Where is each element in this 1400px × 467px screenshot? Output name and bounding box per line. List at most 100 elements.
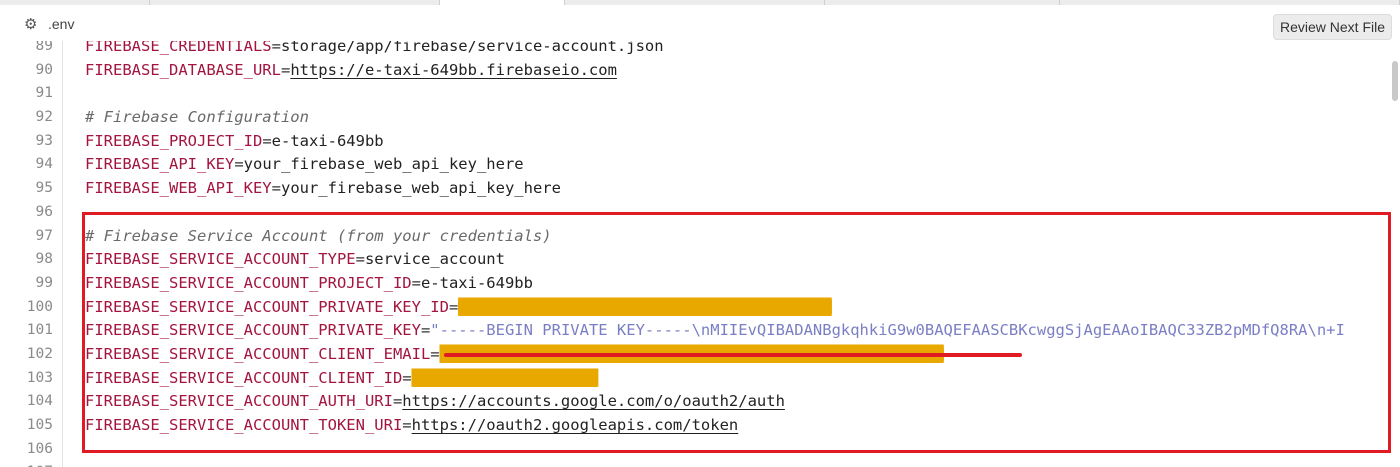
env-key: FIREBASE_DATABASE_URL [85,60,281,79]
code-line[interactable]: 105 FIREBASE_SERVICE_ACCOUNT_TOKEN_URI=ht… [0,414,1400,438]
line-number: 93 [35,132,53,149]
code-content: FIREBASE_SERVICE_ACCOUNT_TOKEN_URI=https… [85,414,738,438]
line-number: 102 [26,345,53,362]
code-editor[interactable]: 89 FIREBASE_CREDENTIALS=storage/app/fireb… [0,41,1400,467]
line-number: 100 [26,298,53,315]
env-key: FIREBASE_API_KEY [85,155,235,174]
code-line[interactable]: 89 FIREBASE_CREDENTIALS=storage/app/fireb… [0,41,1400,59]
code-content: # Firebase Configuration [85,106,309,130]
code-content: FIREBASE_SERVICE_ACCOUNT_CLIENT_ID=█████… [85,367,599,391]
line-number: 106 [26,440,53,457]
env-key: FIREBASE_SERVICE_ACCOUNT_TYPE [85,250,356,269]
env-equals: = [402,368,412,387]
line-number: 91 [35,85,53,102]
env-equals: = [271,179,281,198]
code-content: FIREBASE_CREDENTIALS=storage/app/firebas… [85,41,664,59]
code-comment: # Firebase Configuration [85,108,309,127]
code-line[interactable]: 104 FIREBASE_SERVICE_ACCOUNT_AUTH_URI=htt… [0,390,1400,414]
code-content: FIREBASE_SERVICE_ACCOUNT_TYPE=service_ac… [85,248,505,272]
line-number: 99 [35,274,53,291]
env-value: e-taxi-649bb [271,131,384,150]
code-line[interactable]: 93 FIREBASE_PROJECT_ID=e-taxi-649bb [0,130,1400,154]
env-value: e-taxi-649bb [420,273,533,292]
line-number: 103 [26,369,53,386]
env-key: FIREBASE_SERVICE_ACCOUNT_PRIVATE_KEY_ID [85,297,449,316]
file-tab[interactable]: ⚙ .env [24,14,74,34]
env-equals: = [402,416,412,434]
code-content: FIREBASE_API_KEY=your_firebase_web_api_k… [85,153,524,177]
code-content: FIREBASE_WEB_API_KEY=your_firebase_web_a… [85,177,561,201]
code-line[interactable]: 107 [0,461,1400,467]
line-number: 90 [35,61,53,78]
line-number: 107 [0,461,53,467]
line-number: 95 [35,180,53,197]
line-number: 96 [35,203,53,220]
code-content: FIREBASE_DATABASE_URL=https://e-taxi-649… [85,59,617,83]
env-key: FIREBASE_SERVICE_ACCOUNT_CLIENT_EMAIL [85,344,431,363]
line-number: 105 [26,417,53,433]
env-equals: = [411,273,421,292]
env-value-link[interactable]: https://accounts.google.com/o/oauth2/aut… [402,392,785,410]
redacted-value: ████████████████████ [411,368,599,387]
env-equals: = [430,344,440,363]
code-line[interactable]: 90 FIREBASE_DATABASE_URL=https://e-taxi-6… [0,59,1400,83]
code-content: # Firebase Service Account (from your cr… [85,225,552,249]
code-line[interactable]: 100 FIREBASE_SERVICE_ACCOUNT_PRIVATE_KEY_… [0,296,1400,320]
code-content: FIREBASE_PROJECT_ID=e-taxi-649bb [85,130,384,154]
file-name: .env [48,16,75,32]
env-key: FIREBASE_PROJECT_ID [85,131,263,150]
line-number: 89 [35,41,53,54]
env-key: FIREBASE_SERVICE_ACCOUNT_PRIVATE_KEY [85,321,421,340]
code-line[interactable]: 97 # Firebase Service Account (from your … [0,225,1400,249]
code-line[interactable]: 92 # Firebase Configuration [0,106,1400,130]
env-value-link[interactable]: https://oauth2.googleapis.com/token [412,416,739,434]
code-line[interactable]: 91 [0,82,1400,106]
line-number: 104 [26,393,53,410]
vertical-scrollbar[interactable] [1390,41,1400,467]
env-equals: = [262,131,272,150]
file-header: ⚙ .env Review Next File [0,5,1400,41]
code-content: FIREBASE_SERVICE_ACCOUNT_PRIVATE_KEY_ID=… [85,296,832,320]
env-key: FIREBASE_SERVICE_ACCOUNT_AUTH_URI [85,392,393,411]
gear-icon: ⚙ [24,15,38,33]
line-number: 92 [35,109,53,126]
code-content: FIREBASE_SERVICE_ACCOUNT_PROJECT_ID=e-ta… [85,272,533,296]
env-equals: = [271,41,281,55]
env-equals: = [420,321,431,340]
code-line[interactable]: 101 FIREBASE_SERVICE_ACCOUNT_PRIVATE_KEY=… [0,319,1400,343]
code-line[interactable]: 106 [0,438,1400,462]
env-key: FIREBASE_SERVICE_ACCOUNT_CLIENT_ID [85,368,403,387]
env-equals: = [392,392,403,411]
code-line[interactable]: 95 FIREBASE_WEB_API_KEY=your_firebase_web… [0,177,1400,201]
env-value: storage/app/firebase/service-account.jso… [280,41,664,55]
review-next-file-button[interactable]: Review Next File [1272,14,1392,40]
line-number: 101 [26,322,53,339]
env-value: service_account [364,250,505,269]
code-line[interactable]: 98 FIREBASE_SERVICE_ACCOUNT_TYPE=service_… [0,248,1400,272]
env-value: your_firebase_web_api_key_here [243,155,524,174]
env-equals: = [280,60,291,79]
env-key: FIREBASE_WEB_API_KEY [85,179,272,198]
env-key: FIREBASE_SERVICE_ACCOUNT_TOKEN_URI [85,416,403,434]
line-number: 97 [35,227,53,244]
line-number: 98 [35,251,53,268]
env-equals: = [355,250,365,269]
code-line[interactable]: 96 [0,201,1400,225]
env-value: "-----BEGIN PRIVATE KEY-----\nMIIEvQIBAD… [430,321,1345,340]
code-lines: 89 FIREBASE_CREDENTIALS=storage/app/fireb… [0,41,1400,467]
redacted-value: ████████████████████████████████████████ [458,297,832,316]
code-line[interactable]: 94 FIREBASE_API_KEY=your_firebase_web_api… [0,153,1400,177]
code-comment: # Firebase Service Account (from your cr… [85,226,552,245]
code-line[interactable]: 103 FIREBASE_SERVICE_ACCOUNT_CLIENT_ID=██… [0,367,1400,391]
env-key: FIREBASE_CREDENTIALS [85,41,272,55]
env-equals: = [234,155,244,174]
env-key: FIREBASE_SERVICE_ACCOUNT_PROJECT_ID [85,273,412,292]
scroll-thumb[interactable] [1392,61,1398,101]
code-line[interactable]: 99 FIREBASE_SERVICE_ACCOUNT_PROJECT_ID=e-… [0,272,1400,296]
env-value-link[interactable]: https://e-taxi-649bb.firebaseio.com [290,61,617,79]
env-value: your_firebase_web_api_key_here [280,179,561,198]
code-content: FIREBASE_SERVICE_ACCOUNT_PRIVATE_KEY="--… [85,319,1345,343]
code-content: FIREBASE_SERVICE_ACCOUNT_AUTH_URI=https:… [85,390,785,414]
line-number: 94 [35,156,53,173]
redaction-underline [444,353,1022,357]
